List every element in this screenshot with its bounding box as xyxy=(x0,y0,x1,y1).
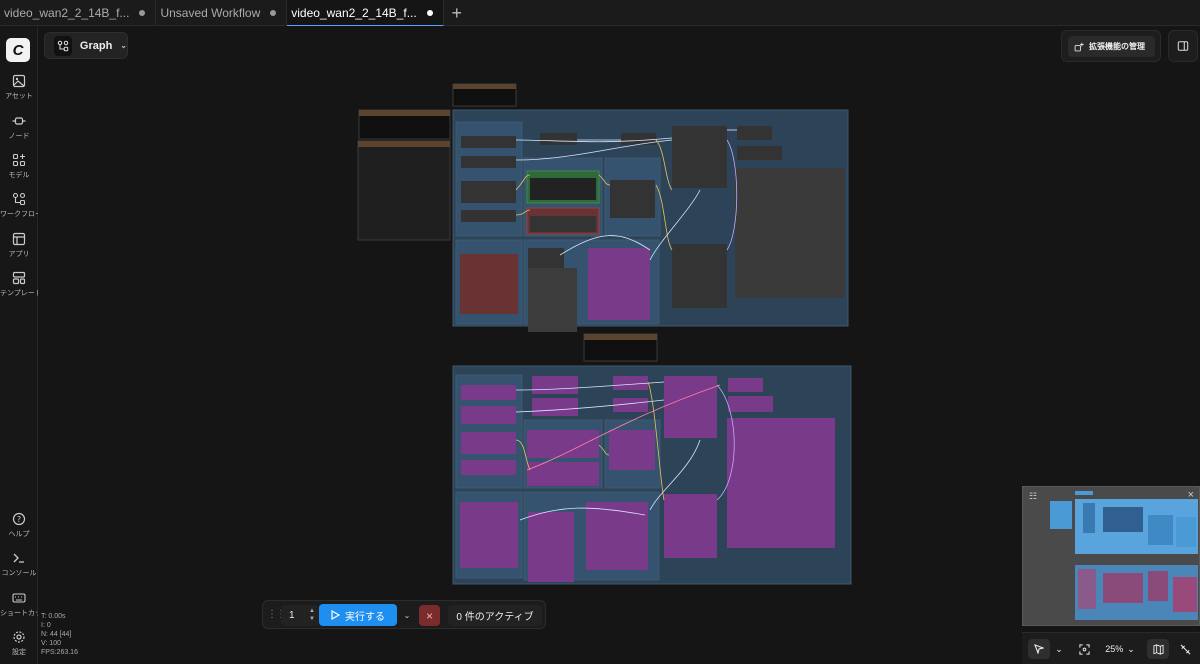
manage-extensions-button[interactable]: 拡張機能の管理 xyxy=(1068,36,1155,57)
svg-text:?: ? xyxy=(17,515,21,524)
workflow-icon xyxy=(12,192,26,206)
sidebar-item-label: コンソール xyxy=(1,570,37,577)
sidebar-item-label: アセット xyxy=(5,93,33,100)
sidebar-item-workflows[interactable]: ワークフロー xyxy=(0,192,38,219)
sidebar-item-label: アプリ xyxy=(8,251,30,258)
sidebar-item-console[interactable]: コンソール xyxy=(0,551,38,578)
stat-line: N: 44 [44] xyxy=(41,631,72,638)
sidebar-item-help[interactable]: ? ヘルプ xyxy=(0,512,38,539)
unsaved-dot-icon[interactable] xyxy=(270,10,277,16)
model-icon xyxy=(12,153,26,167)
sidebar-panel-icon xyxy=(1177,41,1189,51)
tab-label: video_wan2_2_14B_f... xyxy=(291,5,417,20)
play-icon xyxy=(331,610,340,620)
template-icon xyxy=(12,271,26,285)
sidebar-item-label: ノード xyxy=(8,133,30,140)
sidebar-item-shortcuts[interactable]: ショートカット xyxy=(0,591,38,618)
cancel-button[interactable]: × xyxy=(419,605,440,626)
stat-line: T: 0.00s xyxy=(41,613,66,620)
app-icon xyxy=(12,232,26,246)
select-tool-button[interactable] xyxy=(1028,639,1050,659)
stepper-arrows-icon[interactable]: ▲ ▼ xyxy=(309,607,315,623)
sidebar-item-label: 設定 xyxy=(12,649,26,656)
active-label: 0 件のアクティブ xyxy=(456,612,534,623)
chevron-down-icon: ⌄ xyxy=(403,610,411,620)
sidebar-item-models[interactable]: モデル xyxy=(0,153,38,180)
zoom-dropdown[interactable]: 25% ⌄ xyxy=(1100,639,1140,659)
chevron-down-icon: ⌄ xyxy=(1127,643,1135,654)
sidebar-item-label: モデル xyxy=(8,172,30,179)
node-icon xyxy=(12,117,26,125)
settings-icon xyxy=(13,631,25,643)
toggle-panel-button[interactable] xyxy=(1168,30,1198,62)
minimap-preview xyxy=(1050,491,1198,620)
tab-unsaved-workflow[interactable]: Unsaved Workflow xyxy=(156,0,288,26)
keyboard-icon xyxy=(12,593,26,603)
tab-bar: video_wan2_2_14B_f... Unsaved Workflow v… xyxy=(0,0,1200,26)
tab-label: video_wan2_2_14B_f... xyxy=(4,6,130,20)
workflow-icon xyxy=(54,35,72,56)
extensions-panel: 拡張機能の管理 xyxy=(1061,30,1161,62)
sidebar-item-label: テンプレート xyxy=(0,290,38,297)
sidebar-item-templates[interactable]: テンプレート xyxy=(0,271,38,298)
app-logo[interactable]: C xyxy=(6,38,30,62)
sidebar-item-nodes[interactable]: ノード xyxy=(0,114,38,141)
queue-run-bar: ⋮⋮ 1 ▲ ▼ 実行する ⌄ × 0 件のアクティブ xyxy=(262,600,546,629)
unsaved-dot-icon[interactable] xyxy=(426,9,433,16)
note-node[interactable] xyxy=(357,140,451,241)
add-tab-button[interactable]: + xyxy=(444,0,470,26)
graph-label: Graph xyxy=(79,39,113,52)
run-label: 実行する xyxy=(345,611,385,623)
sidebar-item-label: ワークフロー xyxy=(0,211,38,218)
stat-line: V: 100 xyxy=(41,640,61,647)
fit-view-icon xyxy=(1078,643,1090,655)
sidebar-item-assets[interactable]: アセット xyxy=(0,74,38,101)
fit-view-button[interactable] xyxy=(1074,639,1094,659)
render-stats: T: 0.00s I: 0 N: 44 [44] V: 100 FPS:263.… xyxy=(41,612,78,657)
minimap[interactable]: ☷ × xyxy=(1022,486,1200,626)
stat-line: FPS:263.16 xyxy=(41,649,78,656)
tab-workflow-active[interactable]: video_wan2_2_14B_f... xyxy=(287,0,444,26)
plus-icon: + xyxy=(451,2,462,23)
link-off-icon xyxy=(1180,644,1190,654)
tab-label: Unsaved Workflow xyxy=(160,6,261,20)
active-queue-button[interactable]: 0 件のアクティブ xyxy=(448,605,542,626)
close-icon: × xyxy=(425,608,433,623)
sidebar-item-label: ヘルプ xyxy=(8,531,30,538)
map-icon xyxy=(1152,643,1164,655)
chevron-down-icon: ⌄ xyxy=(1055,643,1063,654)
help-icon: ? xyxy=(12,512,26,526)
tool-dropdown[interactable]: ⌄ xyxy=(1053,639,1065,659)
sidebar-item-label: ショートカット xyxy=(0,610,38,617)
cursor-icon xyxy=(1034,644,1044,654)
batch-count-value: 1 xyxy=(289,610,295,621)
sidebar-item-apps[interactable]: アプリ xyxy=(0,232,38,259)
zoom-level: 25% xyxy=(1105,644,1124,654)
tab-workflow-1[interactable]: video_wan2_2_14B_f... xyxy=(0,0,157,26)
link-visibility-button[interactable] xyxy=(1174,639,1196,659)
sidebar-item-settings[interactable]: 設定 xyxy=(0,630,38,657)
stat-line: I: 0 xyxy=(41,622,51,629)
extensions-label: 拡張機能の管理 xyxy=(1089,42,1145,51)
image-icon xyxy=(12,74,26,88)
run-options-dropdown[interactable]: ⌄ xyxy=(400,604,414,626)
canvas-toolbar: ⌄ 25% ⌄ xyxy=(1022,632,1200,664)
minimap-toggle-button[interactable] xyxy=(1147,639,1169,659)
console-icon xyxy=(13,553,24,563)
unsaved-dot-icon[interactable] xyxy=(139,10,146,16)
graph-mode-dropdown[interactable]: Graph ⌄ xyxy=(44,32,128,59)
run-button[interactable]: 実行する xyxy=(319,604,397,626)
batch-count-stepper[interactable]: 1 ▲ ▼ xyxy=(281,605,319,626)
chevron-down-icon: ⌄ xyxy=(120,41,127,50)
sidebar: C アセット ノード モデル ワークフロー アプリ テンプレート ? ヘルプ コ… xyxy=(0,26,38,664)
puzzle-icon xyxy=(1074,42,1084,51)
